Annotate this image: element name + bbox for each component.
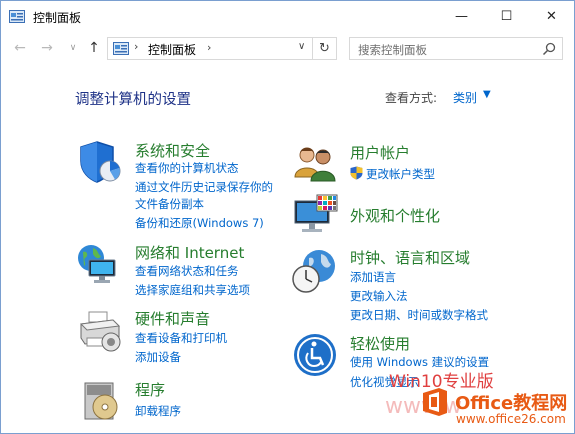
link-file-backup-copy[interactable]: 文件备份副本 [135,196,204,212]
link-add-device[interactable]: 添加设备 [135,349,181,365]
up-button[interactable]: ↑ [85,39,103,57]
maximize-button[interactable]: ☐ [484,1,529,31]
view-by-label: 查看方式: [385,91,438,105]
breadcrumb-separator[interactable]: › [134,40,138,53]
category-title-clock-region[interactable]: 时钟、语言和区域 [350,247,470,268]
chevron-down-icon[interactable]: ▼ [483,89,491,100]
refresh-button[interactable]: ↻ [313,37,337,60]
control-panel-app-icon [9,10,25,23]
link-change-date-time-format[interactable]: 更改日期、时间或数字格式 [350,307,488,323]
category-title-programs[interactable]: 程序 [135,379,165,400]
title-bar: 控制面板 — ☐ ✕ [1,1,574,33]
link-file-history[interactable]: 通过文件历史记录保存你的 [135,179,273,195]
link-network-status[interactable]: 查看网络状态和任务 [135,263,239,279]
control-panel-icon [113,42,129,55]
network-globe-icon[interactable] [75,242,121,288]
search-placeholder: 搜索控制面板 [358,43,427,57]
link-change-input-method[interactable]: 更改输入法 [350,288,408,304]
address-bar[interactable]: › 控制面板 › ∨ [107,37,313,60]
users-icon[interactable] [293,141,339,187]
category-title-hardware-sound[interactable]: 硬件和声音 [135,308,210,329]
ease-of-access-icon[interactable] [292,332,338,378]
breadcrumb-control-panel[interactable]: 控制面板 [148,41,196,58]
programs-disc-icon[interactable] [79,377,125,423]
forward-button[interactable]: → [38,39,56,57]
page-title: 调整计算机的设置 [75,92,191,108]
printer-icon[interactable] [77,308,123,354]
close-button[interactable]: ✕ [529,1,574,31]
link-backup-restore[interactable]: 备份和还原(Windows 7) [135,215,264,231]
category-title-appearance[interactable]: 外观和个性化 [350,205,440,226]
uac-shield-icon [350,166,363,180]
recent-locations-button[interactable]: ∨ [64,39,82,57]
clock-globe-icon[interactable] [291,248,337,294]
search-icon[interactable] [542,42,556,56]
link-add-language[interactable]: 添加语言 [350,269,396,285]
link-view-computer-status[interactable]: 查看你的计算机状态 [135,160,239,176]
search-input[interactable]: 搜索控制面板 [349,37,563,60]
window-title: 控制面板 [33,11,82,25]
category-title-network[interactable]: 网络和 Internet [135,242,244,263]
category-title-ease-of-access[interactable]: 轻松使用 [350,333,410,354]
category-title-system-security[interactable]: 系统和安全 [135,140,210,161]
link-homegroup-sharing[interactable]: 选择家庭组和共享选项 [135,282,250,298]
address-dropdown-button[interactable]: ∨ [298,41,305,52]
office-logo-icon [423,388,447,416]
minimize-button[interactable]: — [439,1,484,31]
control-panel-window: 控制面板 — ☐ ✕ ← → ∨ ↑ › 控制面板 › ∨ ↻ 搜索控制面板 调… [0,0,575,434]
category-title-user-accounts[interactable]: 用户帐户 [350,142,410,163]
appearance-monitor-icon[interactable] [293,193,339,239]
link-devices-printers[interactable]: 查看设备和打印机 [135,330,227,346]
link-change-account-type[interactable]: 更改帐户类型 [366,166,435,182]
back-button[interactable]: ← [11,39,29,57]
security-shield-icon[interactable] [77,139,123,185]
watermark-url: www.office26.com [456,412,566,426]
view-by-dropdown[interactable]: 类别 [453,89,477,106]
breadcrumb-separator[interactable]: › [207,41,211,54]
link-uninstall-program[interactable]: 卸载程序 [135,403,181,419]
